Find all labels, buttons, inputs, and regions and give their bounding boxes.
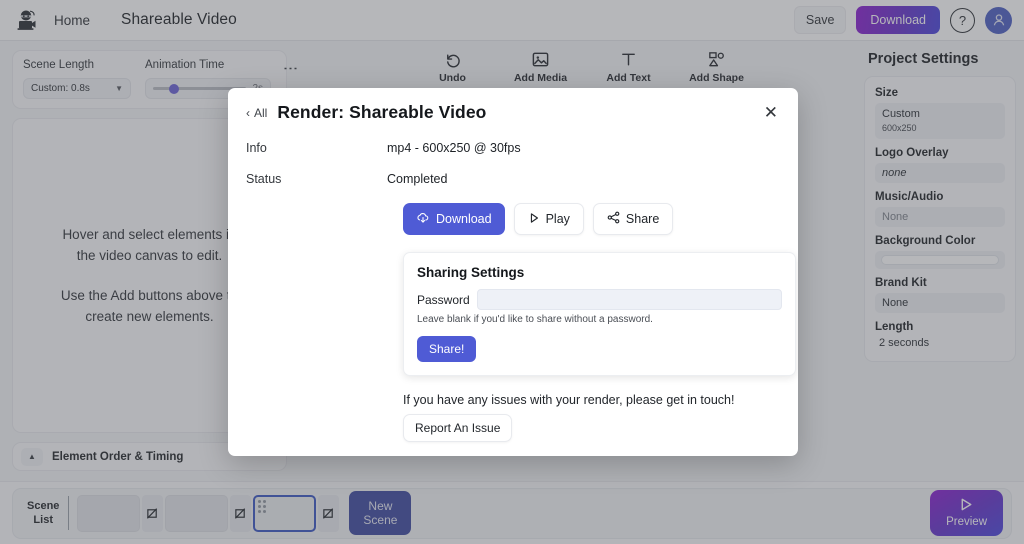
chevron-left-icon: ‹ (246, 105, 250, 120)
back-to-all-button[interactable]: ‹ All (246, 106, 267, 120)
render-footer-note: If you have any issues with your render,… (403, 393, 735, 407)
share-submit-button[interactable]: Share! (417, 336, 477, 362)
modal-title: Render: Shareable Video (277, 102, 487, 122)
status-key: Status (246, 172, 282, 186)
modal-download-button[interactable]: Download (403, 203, 505, 235)
modal-share-label: Share (625, 212, 660, 226)
sharing-settings-panel: Sharing Settings Password Leave blank if… (403, 252, 796, 376)
modal-play-label: Play (545, 212, 570, 226)
status-row: Status Completed (246, 172, 780, 186)
render-actions: Download Play Share (403, 203, 780, 235)
password-hint: Leave blank if you'd like to share witho… (417, 314, 653, 325)
password-label: Password (417, 292, 470, 307)
modal-header: ‹ All Render: Shareable Video ✕ (228, 88, 798, 129)
app-root: Home Shareable Video Save Download ? Sce… (0, 0, 1024, 544)
info-value: mp4 - 600x250 @ 30fps (387, 141, 521, 155)
info-row: Info mp4 - 600x250 @ 30fps (246, 141, 780, 155)
modal-play-button[interactable]: Play (513, 203, 584, 235)
password-row: Password (417, 289, 782, 310)
password-input[interactable] (476, 289, 782, 310)
play-triangle-icon (528, 212, 540, 227)
modal-download-label: Download (436, 212, 492, 226)
back-to-all-label: All (254, 105, 268, 120)
cloud-download-icon (416, 211, 430, 228)
modal-share-button[interactable]: Share (592, 203, 674, 235)
sharing-settings-title: Sharing Settings (417, 265, 525, 280)
render-modal: ‹ All Render: Shareable Video ✕ Info mp4… (228, 88, 798, 456)
share-nodes-icon (607, 211, 620, 227)
modal-body: Info mp4 - 600x250 @ 30fps Status Comple… (228, 129, 798, 456)
close-icon[interactable]: ✕ (762, 104, 780, 122)
info-key: Info (246, 141, 267, 155)
status-value: Completed (387, 172, 448, 186)
report-issue-button[interactable]: Report An Issue (403, 414, 513, 442)
